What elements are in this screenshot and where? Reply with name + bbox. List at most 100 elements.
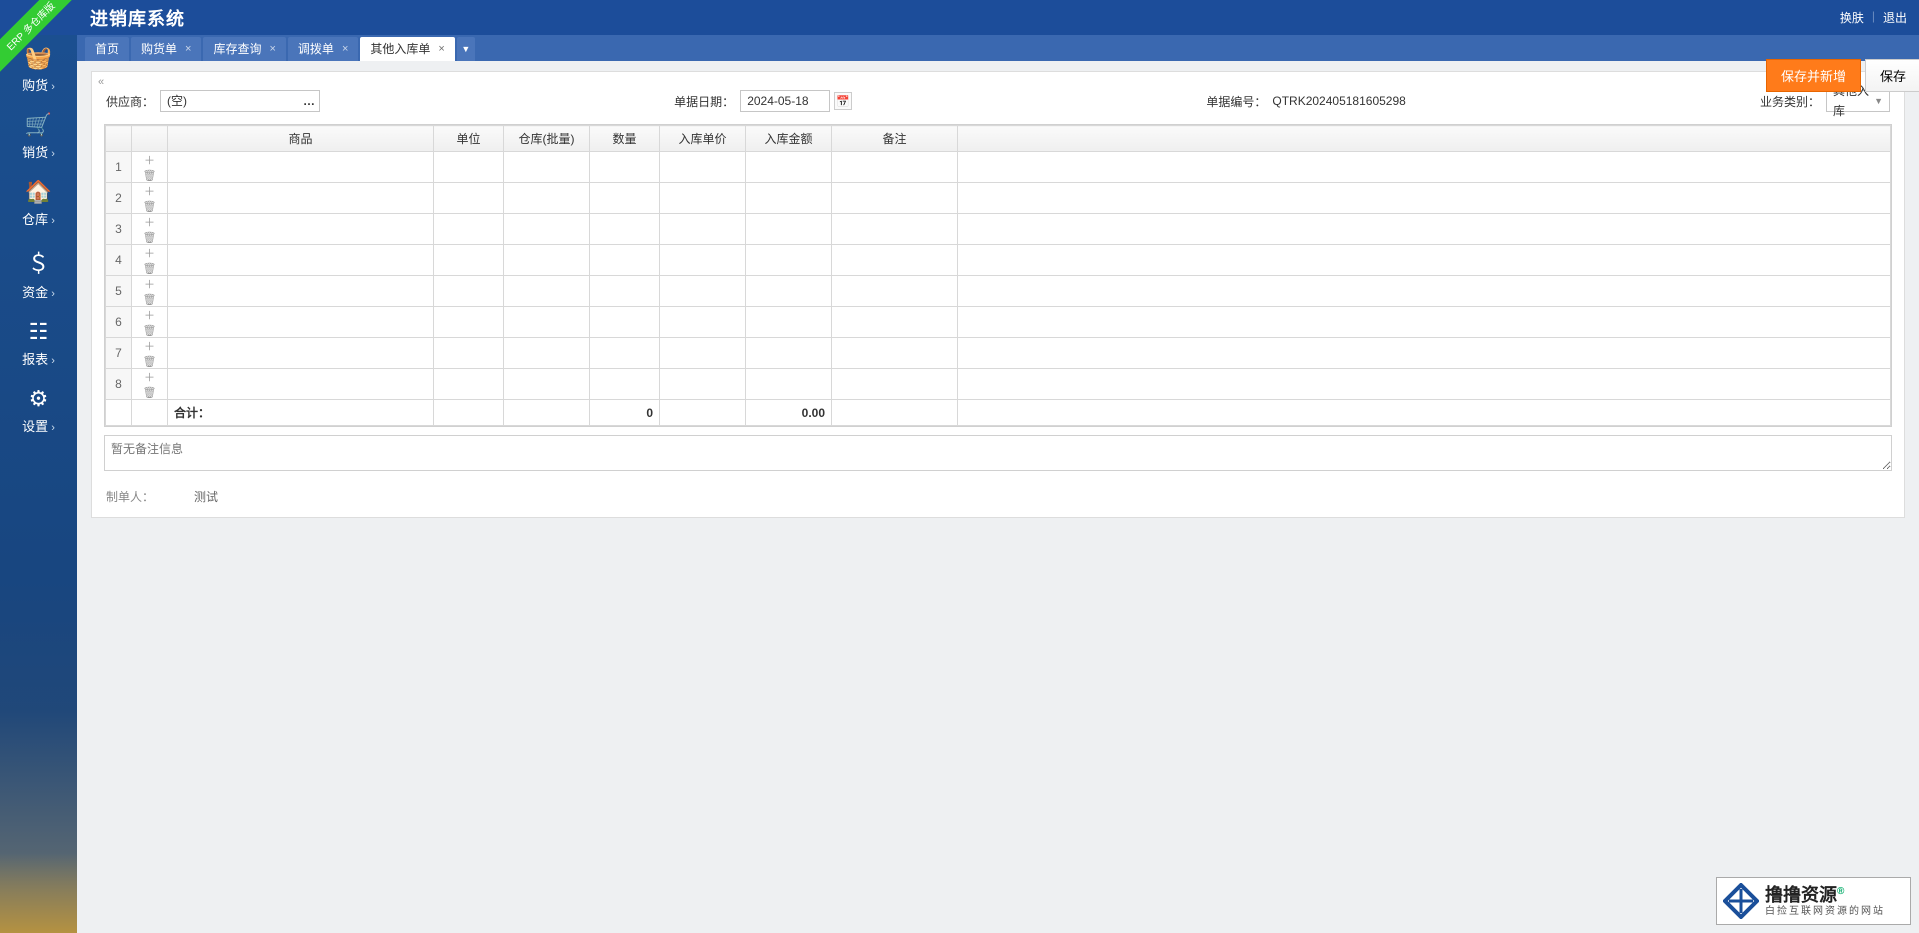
cell-product[interactable] bbox=[168, 338, 434, 369]
delete-row-icon[interactable]: 🗑 bbox=[142, 294, 158, 306]
creator-row: 制单人： 测试 bbox=[92, 474, 1904, 507]
add-row-icon[interactable]: ＋ bbox=[143, 217, 156, 229]
sidebar-item-sales[interactable]: 🛒 销货 bbox=[0, 102, 77, 169]
close-icon[interactable]: × bbox=[342, 37, 348, 61]
cell-amount[interactable] bbox=[746, 245, 832, 276]
add-row-icon[interactable]: ＋ bbox=[143, 341, 156, 353]
collapse-icon[interactable]: « bbox=[98, 76, 104, 88]
calendar-icon[interactable]: 📅 bbox=[834, 92, 852, 110]
cell-price[interactable] bbox=[660, 307, 746, 338]
cell-warehouse[interactable] bbox=[504, 245, 590, 276]
cell-warehouse[interactable] bbox=[504, 152, 590, 183]
cell-qty[interactable] bbox=[590, 276, 660, 307]
cell-qty[interactable] bbox=[590, 307, 660, 338]
ellipsis-icon[interactable]: … bbox=[303, 91, 315, 111]
cell-price[interactable] bbox=[660, 245, 746, 276]
cell-unit[interactable] bbox=[434, 245, 504, 276]
close-icon[interactable]: × bbox=[185, 37, 191, 61]
cell-remark[interactable] bbox=[832, 369, 958, 400]
cell-amount[interactable] bbox=[746, 307, 832, 338]
cell-price[interactable] bbox=[660, 152, 746, 183]
cell-warehouse[interactable] bbox=[504, 183, 590, 214]
cell-price[interactable] bbox=[660, 276, 746, 307]
cell-unit[interactable] bbox=[434, 338, 504, 369]
cell-qty[interactable] bbox=[590, 183, 660, 214]
logout-link[interactable]: 退出 bbox=[1883, 9, 1907, 26]
tab-other-inbound[interactable]: 其他入库单 × bbox=[360, 37, 454, 61]
cell-remark[interactable] bbox=[832, 245, 958, 276]
sidebar-item-finance[interactable]: ＄ 资金 bbox=[0, 236, 77, 309]
cell-product[interactable] bbox=[168, 245, 434, 276]
cell-unit[interactable] bbox=[434, 152, 504, 183]
cell-product[interactable] bbox=[168, 214, 434, 245]
cell-warehouse[interactable] bbox=[504, 307, 590, 338]
add-row-icon[interactable]: ＋ bbox=[143, 186, 156, 198]
cell-amount[interactable] bbox=[746, 276, 832, 307]
cell-qty[interactable] bbox=[590, 245, 660, 276]
cell-price[interactable] bbox=[660, 183, 746, 214]
cell-warehouse[interactable] bbox=[504, 338, 590, 369]
close-icon[interactable]: × bbox=[438, 37, 444, 61]
sidebar-item-report[interactable]: ☷ 报表 bbox=[0, 309, 77, 376]
cell-unit[interactable] bbox=[434, 276, 504, 307]
cell-warehouse[interactable] bbox=[504, 214, 590, 245]
cell-remark[interactable] bbox=[832, 276, 958, 307]
cell-amount[interactable] bbox=[746, 183, 832, 214]
cell-product[interactable] bbox=[168, 369, 434, 400]
cell-remark[interactable] bbox=[832, 214, 958, 245]
add-row-icon[interactable]: ＋ bbox=[143, 372, 156, 384]
cell-amount[interactable] bbox=[746, 152, 832, 183]
delete-row-icon[interactable]: 🗑 bbox=[142, 263, 158, 275]
biztype-select[interactable]: 其他入库 ▼ bbox=[1826, 90, 1890, 112]
cell-remark[interactable] bbox=[832, 307, 958, 338]
tab-home[interactable]: 首页 bbox=[85, 37, 129, 61]
cell-remark[interactable] bbox=[832, 183, 958, 214]
cell-price[interactable] bbox=[660, 369, 746, 400]
cell-remark[interactable] bbox=[832, 152, 958, 183]
cell-warehouse[interactable] bbox=[504, 276, 590, 307]
cell-qty[interactable] bbox=[590, 338, 660, 369]
save-button[interactable]: 保存 bbox=[1865, 59, 1919, 92]
cell-qty[interactable] bbox=[590, 369, 660, 400]
supplier-input[interactable]: (空) … bbox=[160, 90, 320, 112]
add-row-icon[interactable]: ＋ bbox=[143, 248, 156, 260]
add-row-icon[interactable]: ＋ bbox=[143, 279, 156, 291]
add-row-icon[interactable]: ＋ bbox=[143, 310, 156, 322]
cell-unit[interactable] bbox=[434, 214, 504, 245]
cell-product[interactable] bbox=[168, 152, 434, 183]
cell-unit[interactable] bbox=[434, 183, 504, 214]
delete-row-icon[interactable]: 🗑 bbox=[142, 325, 158, 337]
tab-dropdown[interactable]: ▼ bbox=[457, 37, 475, 61]
skin-link[interactable]: 换肤 bbox=[1840, 9, 1864, 26]
cell-qty[interactable] bbox=[590, 214, 660, 245]
cell-remark[interactable] bbox=[832, 338, 958, 369]
cell-unit[interactable] bbox=[434, 369, 504, 400]
cell-amount[interactable] bbox=[746, 338, 832, 369]
date-input[interactable]: 2024-05-18 bbox=[740, 90, 830, 112]
cell-price[interactable] bbox=[660, 214, 746, 245]
cell-price[interactable] bbox=[660, 338, 746, 369]
tab-purchase-order[interactable]: 购货单 × bbox=[131, 37, 201, 61]
delete-row-icon[interactable]: 🗑 bbox=[142, 170, 158, 182]
cell-unit[interactable] bbox=[434, 307, 504, 338]
cell-product[interactable] bbox=[168, 307, 434, 338]
tab-stock-query[interactable]: 库存查询 × bbox=[203, 37, 285, 61]
cell-amount[interactable] bbox=[746, 369, 832, 400]
delete-row-icon[interactable]: 🗑 bbox=[142, 356, 158, 368]
cell-warehouse[interactable] bbox=[504, 369, 590, 400]
delete-row-icon[interactable]: 🗑 bbox=[142, 232, 158, 244]
add-row-icon[interactable]: ＋ bbox=[143, 155, 156, 167]
delete-row-icon[interactable]: 🗑 bbox=[142, 387, 158, 399]
sidebar-item-label: 购货 bbox=[22, 78, 55, 93]
tab-allocation[interactable]: 调拨单 × bbox=[288, 37, 358, 61]
sidebar-item-settings[interactable]: ⚙ 设置 bbox=[0, 376, 77, 443]
notes-textarea[interactable] bbox=[104, 435, 1892, 471]
save-and-new-button[interactable]: 保存并新增 bbox=[1766, 59, 1861, 92]
cell-product[interactable] bbox=[168, 183, 434, 214]
delete-row-icon[interactable]: 🗑 bbox=[142, 201, 158, 213]
sidebar-item-warehouse[interactable]: 🏠 仓库 bbox=[0, 169, 77, 236]
close-icon[interactable]: × bbox=[269, 37, 275, 61]
cell-product[interactable] bbox=[168, 276, 434, 307]
cell-amount[interactable] bbox=[746, 214, 832, 245]
cell-qty[interactable] bbox=[590, 152, 660, 183]
